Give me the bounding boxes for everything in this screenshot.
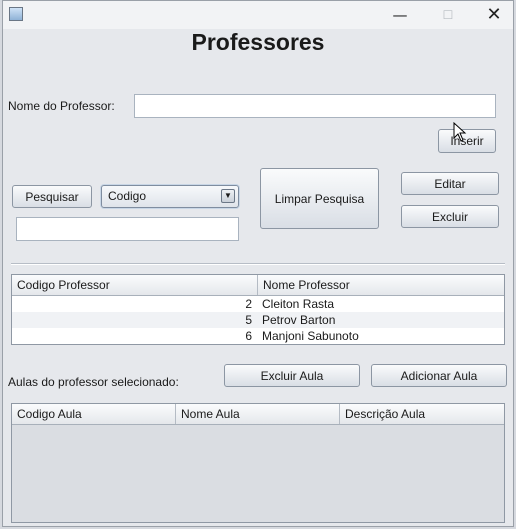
separator — [11, 263, 505, 265]
codigo-cell: 6 — [245, 329, 252, 343]
table-row[interactable]: 5 Petrov Barton — [12, 312, 504, 328]
adicionar-aula-button[interactable]: Adicionar Aula — [371, 364, 507, 387]
page-title: Professores — [191, 29, 325, 55]
pesquisar-button[interactable]: Pesquisar — [12, 185, 92, 208]
table-row[interactable]: 2 Cleiton Rasta — [12, 296, 504, 312]
close-button[interactable]: ✕ — [477, 4, 511, 26]
aulas-table-body[interactable] — [12, 425, 504, 522]
search-field-select-value: Codigo — [108, 189, 147, 203]
nome-cell: Petrov Barton — [262, 313, 336, 327]
chevron-down-icon[interactable]: ▼ — [221, 189, 235, 203]
codigo-cell: 2 — [245, 297, 252, 311]
table-row[interactable]: 6 Manjoni Sabunoto — [12, 328, 504, 344]
column-header-descricao-aula[interactable]: Descrição Aula — [340, 404, 504, 424]
codigo-cell: 5 — [245, 313, 252, 327]
excluir-button[interactable]: Excluir — [401, 205, 499, 228]
search-field-select[interactable]: Codigo ▼ — [101, 185, 239, 208]
nome-cell: Manjoni Sabunoto — [262, 329, 359, 343]
column-header-nome-professor[interactable]: Nome Professor — [258, 275, 504, 295]
excluir-aula-button[interactable]: Excluir Aula — [224, 364, 360, 387]
column-header-codigo-aula[interactable]: Codigo Aula — [12, 404, 176, 424]
column-header-nome-aula[interactable]: Nome Aula — [176, 404, 340, 424]
title-bar: — ☐ ✕ — [3, 1, 513, 29]
nome-professor-input[interactable] — [134, 94, 496, 118]
nome-professor-label: Nome do Professor: — [8, 99, 115, 113]
professores-table[interactable]: Codigo Professor Nome Professor 2 Cleito… — [11, 274, 505, 345]
inserir-button[interactable]: Inserir — [438, 129, 496, 153]
aulas-table-header: Codigo Aula Nome Aula Descrição Aula — [12, 404, 504, 425]
column-header-codigo-professor[interactable]: Codigo Professor — [12, 275, 258, 295]
maximize-button[interactable]: ☐ — [431, 4, 465, 26]
main-window: — ☐ ✕ Professores Nome do Professor: Ins… — [2, 0, 514, 527]
minimize-button[interactable]: — — [383, 4, 417, 26]
professores-table-header: Codigo Professor Nome Professor — [12, 275, 504, 296]
editar-button[interactable]: Editar — [401, 172, 499, 195]
nome-cell: Cleiton Rasta — [262, 297, 335, 311]
aulas-table[interactable]: Codigo Aula Nome Aula Descrição Aula — [11, 403, 505, 523]
java-app-icon — [9, 7, 23, 21]
aulas-label: Aulas do professor selecionado: — [8, 375, 179, 389]
search-input[interactable] — [16, 217, 239, 241]
limpar-pesquisa-button[interactable]: Limpar Pesquisa — [260, 168, 379, 229]
